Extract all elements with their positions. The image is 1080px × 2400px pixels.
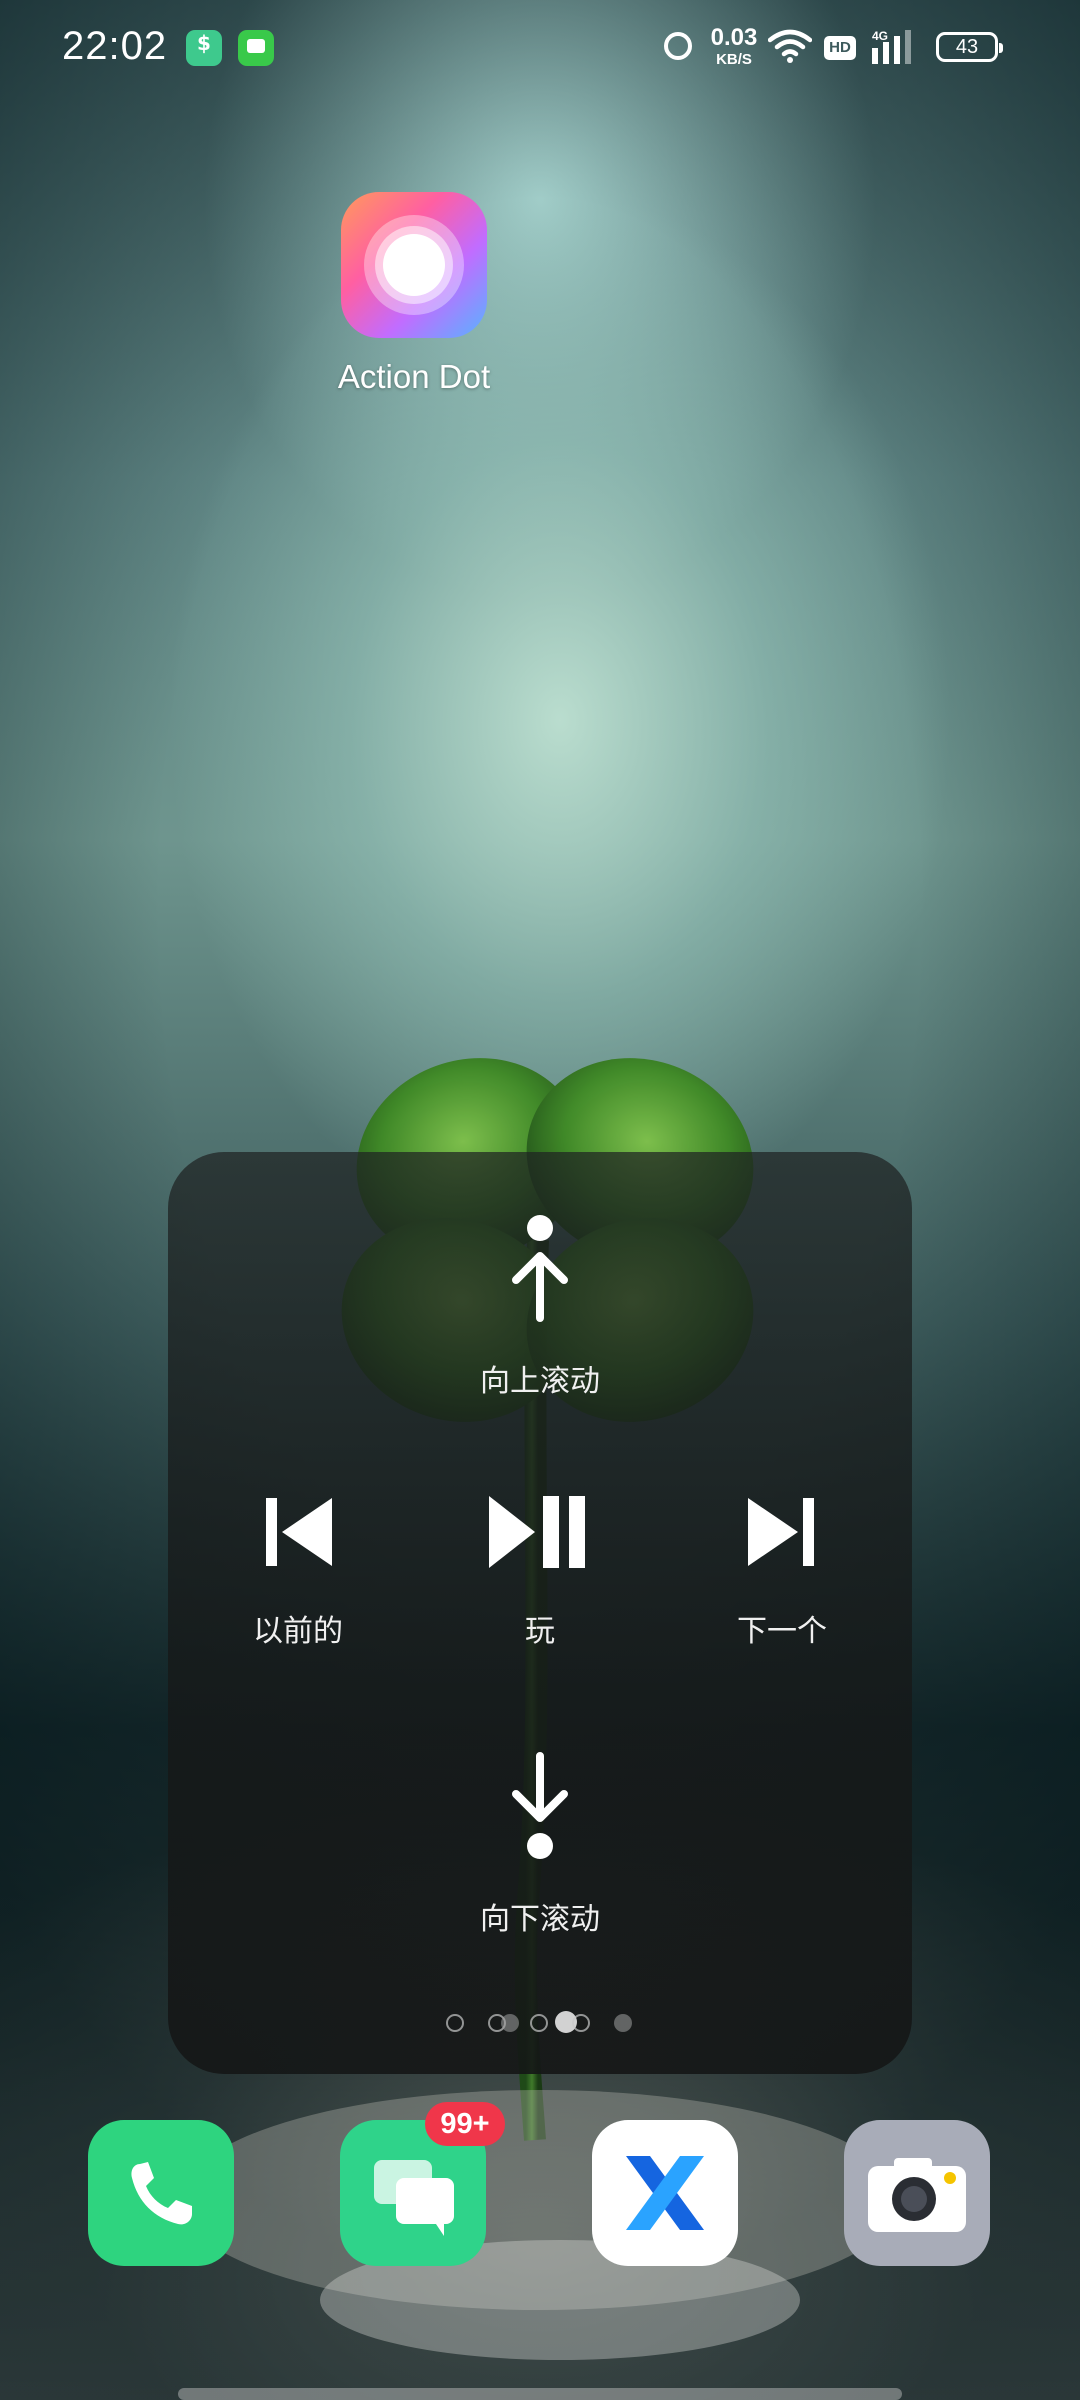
previous-label: 以前的	[253, 1614, 343, 1649]
alarm-icon	[664, 32, 692, 60]
page-dot	[530, 2014, 548, 2032]
scroll-up-button[interactable]: 向上滚动	[440, 1214, 640, 1400]
action-dot-control-panel: 向上滚动 以前的 玩 下一个 向下滚动	[168, 1152, 912, 2074]
skip-next-icon	[748, 1498, 814, 1566]
network-speed-unit: KB/S	[716, 51, 752, 68]
network-type-label: 4G	[872, 29, 888, 43]
wifi-icon	[768, 29, 812, 63]
phone-icon	[131, 2162, 192, 2225]
notification-message-icon	[238, 30, 274, 66]
play-pause-button[interactable]: 玩	[440, 1492, 640, 1650]
scroll-up-icon	[512, 1215, 568, 1322]
xbrowser-app[interactable]	[592, 2120, 738, 2266]
x-browser-icon	[626, 2156, 704, 2230]
page-indicator	[168, 2007, 912, 2037]
play-label: 玩	[525, 1614, 555, 1649]
camera-app[interactable]	[844, 2120, 990, 2266]
clock: 22:02	[62, 24, 168, 68]
page-dot	[446, 2014, 464, 2032]
gesture-navigation-bar[interactable]	[178, 2388, 902, 2400]
unread-badge: 99+	[425, 2102, 505, 2146]
battery-indicator: 43	[936, 32, 1003, 62]
hd-voice-badge: HD	[824, 36, 856, 60]
scroll-down-button[interactable]: 向下滚动	[440, 1752, 640, 1938]
play-pause-icon	[489, 1496, 585, 1568]
page-dot	[572, 2014, 590, 2032]
camera-icon	[868, 2158, 966, 2232]
app-action-dot[interactable]: Action Dot	[322, 192, 506, 396]
action-dot-icon[interactable]	[341, 192, 487, 338]
scroll-up-label: 向上滚动	[480, 1364, 600, 1399]
status-bar: 22:02 0.03 KB/S HD 4G 43	[0, 0, 1080, 100]
cellular-signal-icon: 4G	[872, 29, 911, 64]
scroll-down-label: 向下滚动	[480, 1902, 600, 1937]
network-speed-value: 0.03	[710, 24, 758, 51]
network-speed: 0.03 KB/S	[706, 24, 762, 68]
scroll-down-icon	[512, 1752, 568, 1859]
next-track-button[interactable]: 下一个	[692, 1492, 872, 1650]
home-screen: 22:02 0.03 KB/S HD 4G 43 Action Dot	[0, 0, 1080, 2400]
previous-track-button[interactable]: 以前的	[208, 1492, 388, 1650]
page-dot	[501, 2014, 519, 2032]
skip-previous-icon	[266, 1498, 332, 1566]
phone-app[interactable]	[88, 2120, 234, 2266]
app-label: Action Dot	[337, 358, 491, 395]
page-dot	[614, 2014, 632, 2032]
notification-app-icon	[186, 30, 222, 66]
next-label: 下一个	[737, 1614, 827, 1649]
